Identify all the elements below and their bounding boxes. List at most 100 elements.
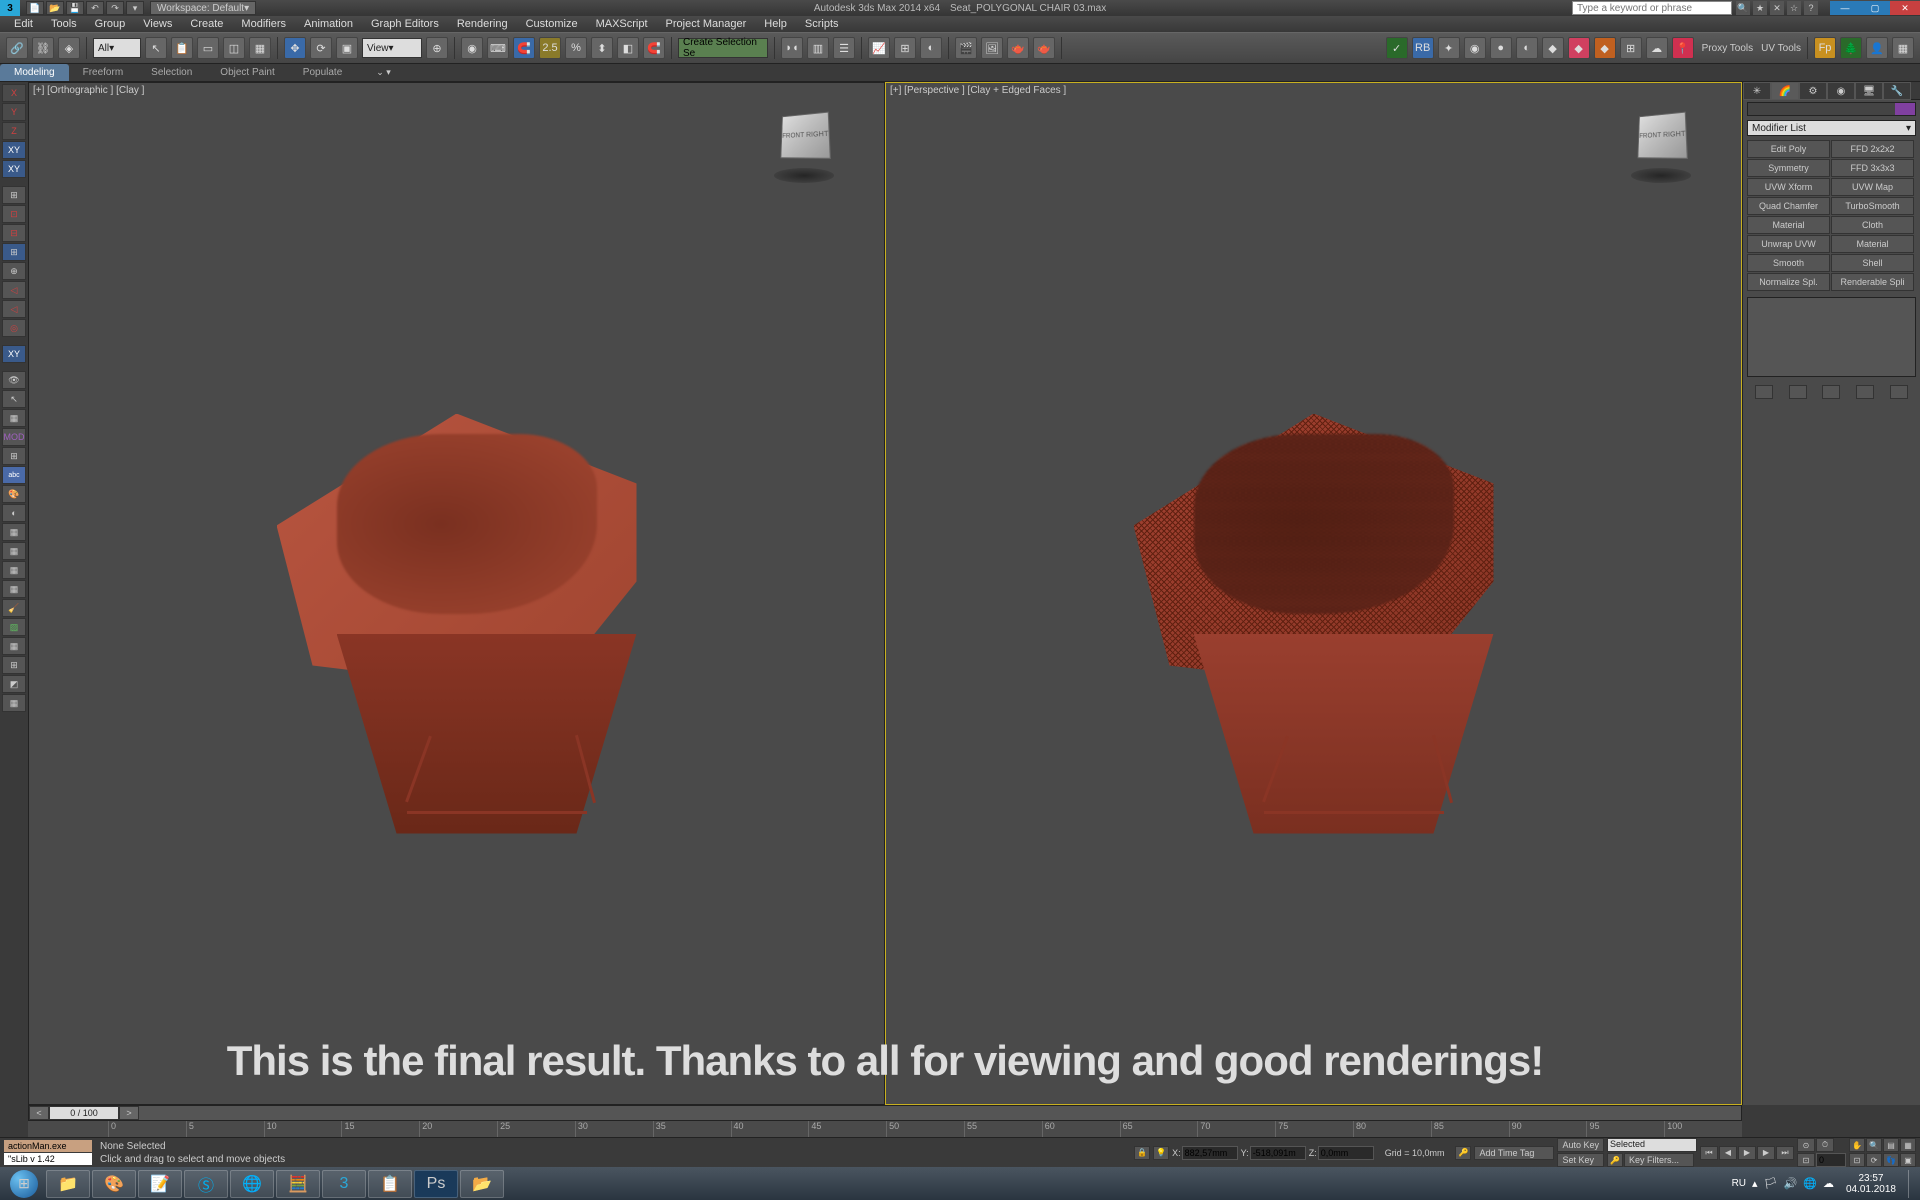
prev-frame-icon[interactable]: ◀ (1719, 1146, 1737, 1160)
help-icon[interactable]: ? (1804, 1, 1818, 15)
tray-up-icon[interactable]: ▴ (1752, 1177, 1758, 1190)
snap-vert-icon[interactable]: ⊡ (2, 205, 26, 223)
magnet-icon[interactable]: 🧲 (643, 37, 665, 59)
play-icon[interactable]: ▶ (1738, 1146, 1756, 1160)
person-icon[interactable]: 👤 (1866, 37, 1888, 59)
viewcube-left[interactable]: FRONT RIGHT (764, 103, 844, 183)
modifier-stack[interactable] (1747, 297, 1916, 377)
make-unique-icon[interactable] (1822, 385, 1840, 399)
key-mode-icon[interactable]: ⊙ (1797, 1138, 1815, 1152)
coord-z-input[interactable] (1318, 1146, 1374, 1160)
hierarchy-tab-icon[interactable]: ⚙ (1799, 82, 1827, 100)
walk-icon[interactable]: 👣 (1883, 1153, 1899, 1167)
current-frame[interactable]: 0 / 100 (49, 1106, 119, 1120)
tree-icon[interactable]: 🌲 (1840, 37, 1862, 59)
mod-quad-chamfer[interactable]: Quad Chamfer (1747, 197, 1830, 215)
axis-xy-button[interactable]: XY (2, 141, 26, 159)
select-icon[interactable]: ↖ (145, 37, 167, 59)
schematic-icon[interactable]: ⊞ (894, 37, 916, 59)
fp-icon[interactable]: Fp (1814, 37, 1836, 59)
rb-icon[interactable]: RB (1412, 37, 1434, 59)
plugin-icon-6[interactable]: ◆ (1568, 37, 1590, 59)
menu-project-manager[interactable]: Project Manager (666, 18, 747, 30)
selection-filter-combo[interactable]: All ▾ (93, 38, 141, 58)
ribbon-expand-icon[interactable]: ⌄ ▾ (376, 67, 391, 78)
qat-project-icon[interactable]: ▾ (126, 1, 144, 15)
render-prod-icon[interactable]: 🫖 (1033, 37, 1055, 59)
start-button[interactable]: ⊞ (4, 1169, 44, 1199)
mod-uvw-xform[interactable]: UVW Xform (1747, 178, 1830, 196)
select-rect-icon[interactable]: ▭ (197, 37, 219, 59)
menu-views[interactable]: Views (143, 18, 172, 30)
key-filters-button[interactable]: Key Filters... (1624, 1153, 1694, 1167)
task-app2-icon[interactable]: 📂 (460, 1170, 504, 1198)
box-icon[interactable]: ▦ (1892, 37, 1914, 59)
menu-graph-editors[interactable]: Graph Editors (371, 18, 439, 30)
link-icon[interactable]: 🔗 (6, 37, 28, 59)
mod-symmetry[interactable]: Symmetry (1747, 159, 1830, 177)
named-selection-combo[interactable]: Create Selection Se (678, 38, 768, 58)
mod-material[interactable]: Material (1747, 216, 1830, 234)
maximize-button[interactable]: ▢ (1860, 1, 1890, 15)
snap-edge-icon[interactable]: ⊟ (2, 224, 26, 242)
axis-z-button[interactable]: Z (2, 122, 26, 140)
qat-undo-icon[interactable]: ↶ (86, 1, 104, 15)
script-icon-18[interactable]: ▦ (2, 694, 26, 712)
menu-scripts[interactable]: Scripts (805, 18, 839, 30)
task-paint-icon[interactable]: 🎨 (92, 1170, 136, 1198)
mod-ffd-2x2x2[interactable]: FFD 2x2x2 (1831, 140, 1914, 158)
curve-editor-icon[interactable]: 📈 (868, 37, 890, 59)
lock-selection-icon[interactable]: 🔒 (1134, 1146, 1150, 1160)
script-icon-1[interactable]: 👁 (2, 371, 26, 389)
angle-snap-icon[interactable]: 2.5 (539, 37, 561, 59)
goto-start-icon[interactable]: ⏮ (1700, 1146, 1718, 1160)
tray-clock[interactable]: 23:57 04.01.2018 (1846, 1173, 1896, 1195)
unlink-icon[interactable]: ⛓ (32, 37, 54, 59)
menu-create[interactable]: Create (190, 18, 223, 30)
align-icon[interactable]: ▥ (807, 37, 829, 59)
snap-mid-icon[interactable]: ◁ (2, 300, 26, 318)
script-icon-15[interactable]: ▦ (2, 637, 26, 655)
snap-face-icon[interactable]: ⊞ (2, 243, 26, 261)
task-calc-icon[interactable]: 🧮 (276, 1170, 320, 1198)
close-button[interactable]: ✕ (1890, 1, 1920, 15)
snap-grid-icon[interactable]: ⊞ (2, 186, 26, 204)
modifier-list-combo[interactable]: Modifier List▾ (1747, 120, 1916, 136)
spinner-snap-icon[interactable]: ⬍ (591, 37, 613, 59)
qat-new-icon[interactable]: 📄 (26, 1, 44, 15)
viewport-left-label[interactable]: [+] [Orthographic ] [Clay ] (33, 85, 144, 96)
window-crossing-icon[interactable]: ◫ (223, 37, 245, 59)
task-chrome-icon[interactable]: 🌐 (230, 1170, 274, 1198)
coord-y-input[interactable] (1250, 1146, 1306, 1160)
viewport-right-label[interactable]: [+] [Perspective ] [Clay + Edged Faces ] (890, 85, 1066, 96)
viewport-left[interactable]: [+] [Orthographic ] [Clay ] FRONT RIGHT (28, 82, 885, 1105)
set-key-button[interactable]: Set Key (1557, 1153, 1604, 1167)
script-icon-7[interactable]: 🎨 (2, 485, 26, 503)
script-icon-4[interactable]: MOD (2, 428, 26, 446)
mod-shell[interactable]: Shell (1831, 254, 1914, 272)
next-frame-icon[interactable]: ▶ (1757, 1146, 1775, 1160)
script-icon-8[interactable]: ◐ (2, 504, 26, 522)
qat-redo-icon[interactable]: ↷ (106, 1, 124, 15)
script-icon-2[interactable]: ↖ (2, 390, 26, 408)
create-tab-icon[interactable]: ✳ (1743, 82, 1771, 100)
menu-maxscript[interactable]: MAXScript (596, 18, 648, 30)
render-icon[interactable]: 🫖 (1007, 37, 1029, 59)
menu-group[interactable]: Group (95, 18, 126, 30)
plugin-icon-7[interactable]: ◆ (1594, 37, 1616, 59)
check-icon[interactable]: ✓ (1386, 37, 1408, 59)
ribbon-tab-object-paint[interactable]: Object Paint (206, 64, 288, 81)
key-mode-combo[interactable]: Selected (1607, 1138, 1697, 1152)
menu-animation[interactable]: Animation (304, 18, 353, 30)
fov-icon[interactable]: ▤ (1883, 1138, 1899, 1152)
plugin-icon-10[interactable]: 📍 (1672, 37, 1694, 59)
slider-prev-icon[interactable]: < (29, 1106, 49, 1120)
task-photoshop-icon[interactable]: Ps (414, 1170, 458, 1198)
plugin-icon-8[interactable]: ⊞ (1620, 37, 1642, 59)
menu-edit[interactable]: Edit (14, 18, 33, 30)
workspace-selector[interactable]: Workspace: Default ▾ (150, 1, 256, 15)
search-icon[interactable]: 🔍 (1736, 1, 1750, 15)
tray-network-icon[interactable]: 🌐 (1803, 1177, 1817, 1190)
time-slider[interactable]: < 0 / 100 > (28, 1105, 1742, 1121)
paint-select-icon[interactable]: ▦ (249, 37, 271, 59)
